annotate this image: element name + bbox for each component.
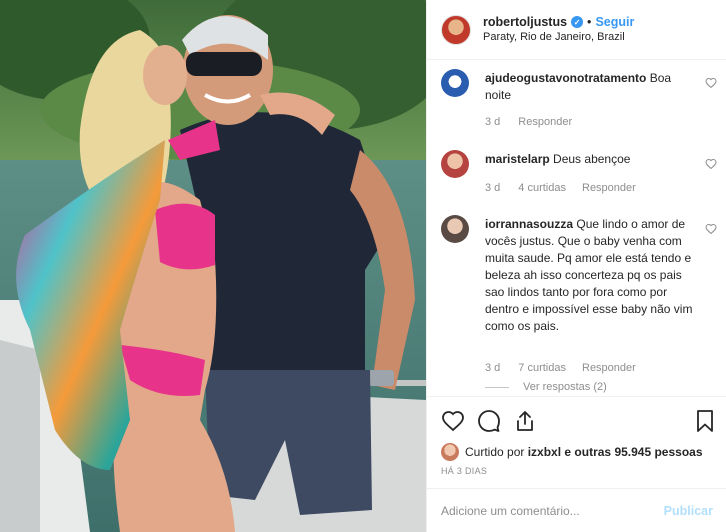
replies-divider-line: [485, 386, 509, 388]
comment-heart-icon[interactable]: [705, 158, 717, 170]
add-comment-bar: Publicar: [427, 488, 726, 532]
share-icon[interactable]: [513, 409, 537, 433]
reply-button[interactable]: Responder: [582, 362, 636, 374]
likes-summary: Curtido por izxbxl e outras 95.945 pesso…: [441, 443, 703, 461]
heart-icon[interactable]: [441, 409, 465, 433]
post-side-panel: robertoljustus ✓ • Seguir Paraty, Rio de…: [426, 0, 726, 532]
view-replies-label: Ver respostas (2): [523, 381, 607, 393]
comment-text: Deus abençoe: [553, 152, 631, 166]
follow-button[interactable]: Seguir: [595, 15, 634, 30]
bookmark-icon[interactable]: [693, 409, 717, 433]
post-photo-image: [0, 0, 426, 532]
author-username[interactable]: robertoljustus: [483, 15, 567, 30]
commenter-username[interactable]: ajudeogustavonotratamento: [485, 71, 646, 85]
likes-count[interactable]: e outras 95.945 pessoas: [564, 445, 702, 459]
comment-text: Que lindo o amor de vocês justus. Que o …: [485, 217, 693, 333]
comment-meta: 3 d Responder: [485, 116, 588, 128]
comment-likes[interactable]: 7 curtidas: [518, 362, 566, 374]
verified-badge-icon: ✓: [571, 16, 584, 28]
commenter-username[interactable]: maristelarp: [485, 152, 550, 166]
author-avatar[interactable]: [441, 14, 471, 45]
liker-avatar[interactable]: [441, 443, 459, 461]
comment-heart-icon[interactable]: [705, 223, 717, 235]
comment-heart-icon[interactable]: [705, 77, 717, 89]
post-header: robertoljustus ✓ • Seguir Paraty, Rio de…: [427, 0, 726, 60]
commenter-avatar[interactable]: [441, 69, 469, 97]
comment-icon[interactable]: [477, 409, 501, 433]
post-location[interactable]: Paraty, Rio de Janeiro, Brazil: [483, 30, 634, 45]
post-actions: Curtido por izxbxl e outras 95.945 pesso…: [427, 396, 726, 488]
comments-list[interactable]: ajudeogustavonotratamento Boa noite 3 d …: [427, 61, 726, 396]
comment-meta: 3 d 4 curtidas Responder: [485, 182, 652, 194]
comment-time: 3 d: [485, 362, 501, 374]
comment-input[interactable]: [441, 503, 641, 518]
view-replies-button[interactable]: Ver respostas (2): [485, 381, 607, 393]
comment-time: 3 d: [485, 182, 501, 194]
comment-meta: 3 d 7 curtidas Responder: [485, 362, 652, 374]
post-photo[interactable]: [0, 0, 426, 532]
likes-prefix: Curtido por: [465, 445, 525, 459]
commenter-username[interactable]: iorrannasouzza: [485, 217, 573, 231]
publish-button[interactable]: Publicar: [664, 504, 713, 518]
reply-button[interactable]: Responder: [518, 116, 572, 128]
liker-username[interactable]: izxbxl: [528, 445, 561, 459]
commenter-avatar[interactable]: [441, 215, 469, 243]
reply-button[interactable]: Responder: [582, 182, 636, 194]
comment-likes[interactable]: 4 curtidas: [518, 182, 566, 194]
post-date[interactable]: HÁ 3 DIAS: [441, 466, 487, 476]
header-separator: •: [587, 14, 592, 29]
commenter-avatar[interactable]: [441, 150, 469, 178]
comment-time: 3 d: [485, 116, 501, 128]
